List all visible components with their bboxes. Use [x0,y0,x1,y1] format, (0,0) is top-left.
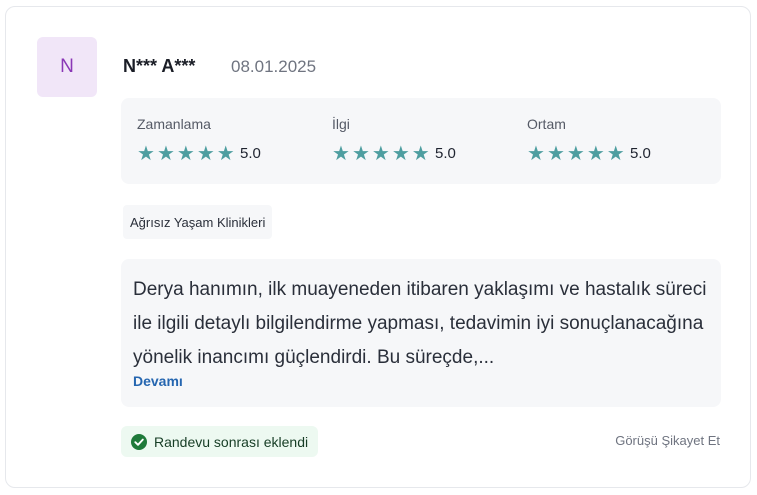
avatar-initial: N [60,56,74,77]
reviewer-name: N*** A*** [123,56,196,76]
rating-ortam: Ortam ★ ★ ★ ★ ★ 5.0 [527,98,717,184]
star-icon: ★ [196,143,215,165]
review-date: 08.01.2025 [231,57,317,76]
rating-zamanlama: Zamanlama ★ ★ ★ ★ ★ 5.0 [137,98,327,184]
star-icon: ★ [371,143,390,165]
star-icon: ★ [546,143,565,165]
rating-score: 5.0 [630,145,651,162]
star-rating: ★ ★ ★ ★ ★ [137,142,235,166]
star-icon: ★ [137,143,155,165]
check-circle-icon [131,433,147,450]
star-icon: ★ [606,143,625,165]
star-icon: ★ [391,143,410,165]
ratings-panel: Zamanlama ★ ★ ★ ★ ★ 5.0 İlgi ★ ★ ★ ★ ★ 5… [121,98,721,184]
rating-score: 5.0 [240,145,261,162]
star-icon: ★ [527,143,545,165]
star-icon: ★ [586,143,605,165]
star-rating: ★ ★ ★ ★ ★ [527,142,625,166]
comment-text: Derya hanımın, ilk muayeneden itibaren y… [133,279,707,368]
star-icon: ★ [351,143,370,165]
read-more-link[interactable]: Devamı [133,373,183,389]
rating-label: Zamanlama [137,116,211,132]
star-icon: ★ [216,143,235,165]
star-icon: ★ [176,143,195,165]
star-rating: ★ ★ ★ ★ ★ [332,142,430,166]
star-icon: ★ [156,143,175,165]
review-card: N N*** A*** 08.01.2025 Zamanlama ★ ★ ★ ★… [5,6,751,488]
rating-ilgi: İlgi ★ ★ ★ ★ ★ 5.0 [332,98,522,184]
verified-badge-label: Randevu sonrası eklendi [154,433,309,450]
report-review-link[interactable]: Görüşü Şikayet Et [615,433,720,448]
rating-label: Ortam [527,116,566,132]
review-comment: Derya hanımın, ilk muayeneden itibaren y… [121,259,721,407]
clinic-tag: Ağrısız Yaşam Klinikleri [123,205,273,239]
star-icon: ★ [411,143,430,165]
star-icon: ★ [566,143,585,165]
avatar: N [37,37,97,97]
star-icon: ★ [332,143,350,165]
rating-label: İlgi [332,116,350,132]
verified-badge: Randevu sonrası eklendi [121,426,319,457]
rating-score: 5.0 [435,145,456,162]
